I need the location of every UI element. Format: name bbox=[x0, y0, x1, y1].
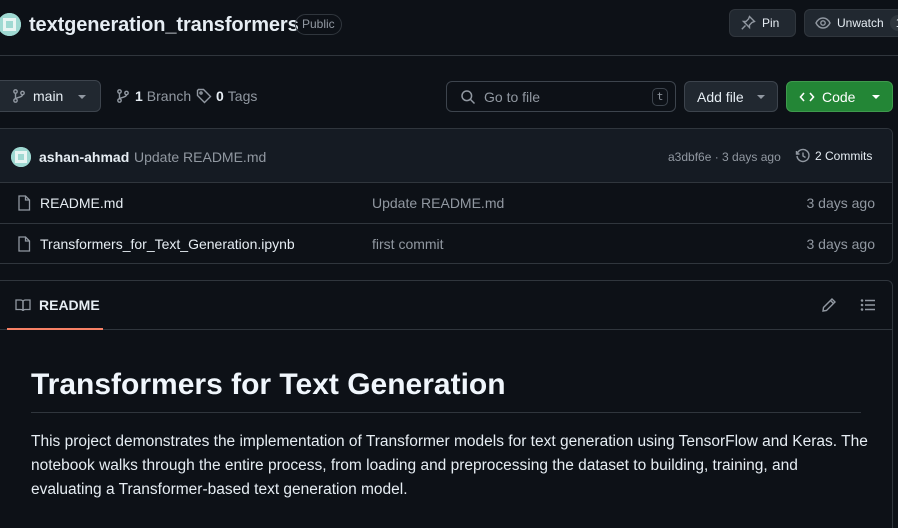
file-name-link[interactable]: Transformers_for_Text_Generation.ipynb bbox=[40, 236, 295, 252]
go-to-file-placeholder: Go to file bbox=[484, 88, 541, 105]
readme-panel: README Transformers for Text Generation … bbox=[0, 280, 893, 528]
file-name-link[interactable]: README.md bbox=[40, 195, 123, 211]
branches-link[interactable]: 1 Branch bbox=[115, 88, 191, 104]
tag-count: 0 bbox=[216, 88, 224, 104]
branch-label: Branch bbox=[146, 88, 192, 104]
code-button[interactable]: Code bbox=[786, 81, 893, 112]
add-file-button[interactable]: Add file bbox=[684, 81, 778, 112]
chevron-down-icon bbox=[757, 94, 765, 100]
branch-count: 1 bbox=[135, 88, 143, 104]
history-icon bbox=[795, 148, 811, 164]
file-row: README.md Update README.md 3 days ago bbox=[0, 183, 892, 224]
readme-tab-bar: README bbox=[0, 281, 892, 330]
avatar[interactable] bbox=[11, 147, 31, 167]
tab-readme[interactable]: README bbox=[7, 281, 103, 330]
book-icon bbox=[15, 297, 31, 313]
chevron-down-icon bbox=[78, 94, 86, 100]
repo-avatar-icon[interactable] bbox=[0, 13, 21, 36]
add-file-label: Add file bbox=[697, 88, 744, 105]
pin-icon bbox=[740, 15, 756, 31]
readme-heading: Transformers for Text Generation bbox=[31, 368, 861, 413]
list-icon[interactable] bbox=[860, 297, 876, 313]
unwatch-button[interactable]: Unwatch 1 bbox=[804, 9, 898, 37]
file-commit-link[interactable]: Update README.md bbox=[372, 195, 504, 211]
file-age: 3 days ago bbox=[806, 236, 876, 252]
latest-commit-bar: ashan-ahmad Update README.md a3dbf6e · 3… bbox=[0, 129, 892, 183]
unwatch-label: Unwatch bbox=[837, 16, 884, 30]
commits-history-link[interactable]: 2 Commits bbox=[795, 148, 872, 164]
shortcut-key: t bbox=[652, 88, 668, 106]
commit-message-link[interactable]: Update README.md bbox=[134, 149, 266, 165]
pencil-icon[interactable] bbox=[821, 297, 837, 313]
pin-label: Pin bbox=[762, 16, 780, 30]
tags-link[interactable]: 0 Tags bbox=[196, 88, 257, 104]
code-label: Code bbox=[822, 88, 856, 105]
pin-button[interactable]: Pin bbox=[729, 9, 796, 37]
visibility-badge: Public bbox=[295, 14, 342, 35]
commit-author-link[interactable]: ashan-ahmad bbox=[39, 149, 129, 165]
search-icon bbox=[460, 89, 476, 105]
watch-count: 1 bbox=[889, 15, 898, 31]
tag-label: Tags bbox=[227, 88, 258, 104]
file-table: ashan-ahmad Update README.md a3dbf6e · 3… bbox=[0, 128, 893, 264]
eye-icon bbox=[815, 15, 831, 31]
file-icon bbox=[17, 236, 31, 252]
file-row: Transformers_for_Text_Generation.ipynb f… bbox=[0, 224, 892, 263]
commits-label: 2 Commits bbox=[815, 149, 873, 163]
readme-tab-label: README bbox=[39, 297, 100, 313]
file-commit-link[interactable]: first commit bbox=[372, 236, 444, 252]
file-age: 3 days ago bbox=[806, 195, 876, 211]
commit-hash-time[interactable]: a3dbf6e · 3 days ago bbox=[668, 150, 781, 164]
branch-select-button[interactable]: main bbox=[0, 80, 101, 112]
repo-header: textgeneration_transformers Public Pin U… bbox=[0, 0, 898, 56]
readme-paragraph: This project demonstrates the implementa… bbox=[31, 433, 868, 498]
chevron-down-icon bbox=[872, 94, 880, 100]
git-branch-icon bbox=[115, 88, 131, 104]
file-icon bbox=[17, 195, 31, 211]
code-icon bbox=[799, 89, 815, 105]
repo-name-link[interactable]: textgeneration_transformers bbox=[29, 14, 299, 37]
tag-icon bbox=[196, 88, 212, 104]
branch-name: main bbox=[33, 88, 64, 104]
go-to-file-input[interactable]: Go to file t bbox=[446, 81, 676, 112]
git-branch-icon bbox=[11, 88, 27, 104]
